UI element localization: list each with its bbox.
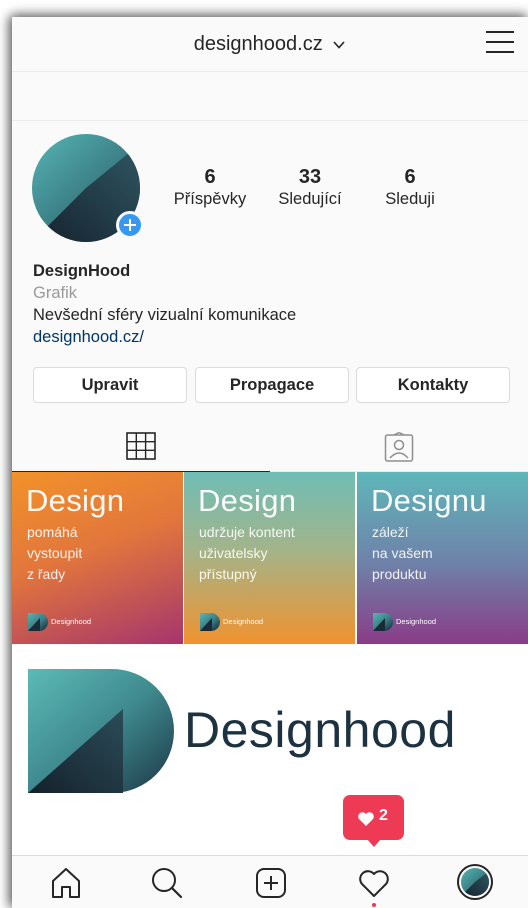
designhood-wordmark: Designhood: [184, 702, 456, 758]
following-label: Sleduji: [385, 190, 435, 208]
post-brand: Designhood: [373, 613, 436, 631]
profile-website-link[interactable]: designhood.cz/: [33, 326, 513, 348]
add-story-button[interactable]: [116, 211, 144, 239]
stories-area: [12, 73, 528, 121]
activity-notification-bubble[interactable]: 2: [343, 795, 404, 847]
add-post-icon[interactable]: [254, 866, 288, 900]
following-number: 6: [404, 166, 416, 188]
caption-line: záleží: [372, 524, 409, 540]
post-title: Design: [26, 483, 125, 518]
caption-line: vystoupit: [27, 545, 83, 561]
profile-avatar-icon[interactable]: [457, 864, 493, 900]
tab-grid[interactable]: [12, 422, 270, 472]
account-switcher[interactable]: designhood.cz: [12, 33, 528, 56]
activity-dot: [372, 903, 376, 907]
designhood-mark-icon: [373, 613, 393, 631]
caption-line: udržuje kontent: [199, 524, 295, 540]
contacts-button[interactable]: Kontakty: [356, 367, 510, 403]
designhood-mark-icon: [200, 613, 220, 631]
brand-label: Designhood: [51, 616, 92, 626]
grid-icon: [126, 432, 156, 460]
post-caption: udržuje kontent uživatelsky přístupný: [199, 522, 349, 585]
profile-name: DesignHood: [33, 262, 131, 280]
search-icon[interactable]: [150, 866, 184, 900]
profile-bio: DesignHood Grafik Nevšední sféry vizualn…: [33, 260, 513, 348]
post-thumbnail[interactable]: Design pomáhá vystoupit z řady Designhoo…: [12, 472, 183, 644]
tab-tagged[interactable]: [270, 422, 528, 472]
post-thumbnail[interactable]: Designu záleží na vašem produktu Designh…: [357, 472, 528, 644]
posts-count[interactable]: 6 Příspěvky: [170, 165, 250, 209]
caption-line: uživatelsky: [199, 545, 268, 561]
post-title: Designu: [371, 483, 487, 518]
username-label: designhood.cz: [193, 33, 323, 55]
caption-line: produktu: [372, 566, 427, 582]
plus-icon: [124, 219, 136, 231]
post-thumbnail-logo[interactable]: Designhood: [12, 645, 528, 855]
designhood-mark-icon: [28, 613, 48, 631]
promote-button[interactable]: Propagace: [195, 367, 349, 403]
post-thumbnail[interactable]: Design udržuje kontent uživatelsky příst…: [184, 472, 355, 644]
edit-profile-button[interactable]: Upravit: [33, 367, 187, 403]
instagram-profile-screen: designhood.cz 6 Příspěvky 33 Sledující 6…: [12, 17, 528, 908]
designhood-logo-mark: [28, 669, 174, 793]
followers-number: 33: [298, 166, 322, 188]
posts-label: Příspěvky: [173, 190, 247, 208]
bottom-navigation: [12, 855, 528, 908]
post-title: Design: [198, 483, 297, 518]
followers-label: Sledující: [278, 190, 342, 208]
following-count[interactable]: 6 Sleduji: [370, 165, 450, 209]
caption-line: z řady: [27, 566, 66, 582]
posts-grid: Design pomáhá vystoupit z řady Designhoo…: [12, 472, 528, 644]
post-brand: Designhood: [28, 613, 91, 631]
chevron-down-icon: [333, 41, 345, 49]
profile-tabs: [12, 422, 528, 472]
tagged-person-icon: [384, 432, 414, 462]
followers-count[interactable]: 33 Sledující: [270, 165, 350, 209]
post-brand: Designhood: [200, 613, 263, 631]
hamburger-menu-icon[interactable]: [486, 31, 514, 55]
post-caption: záleží na vašem produktu: [372, 522, 522, 585]
heart-icon: [358, 812, 374, 826]
home-icon[interactable]: [49, 866, 83, 900]
posts-number: 6: [204, 166, 216, 188]
brand-label: Designhood: [223, 616, 264, 626]
caption-line: na vašem: [372, 545, 433, 561]
bio-text: Nevšední sféry vizualní komunikace: [33, 306, 297, 324]
designhood-logo-avatar: [461, 868, 489, 896]
top-bar: designhood.cz: [12, 17, 528, 72]
heart-icon[interactable]: [357, 866, 391, 900]
caption-line: pomáhá: [27, 524, 78, 540]
post-caption: pomáhá vystoupit z řady: [27, 522, 177, 585]
profile-category: Grafik: [33, 284, 78, 302]
notification-count: 2: [379, 807, 388, 824]
caption-line: přístupný: [199, 566, 257, 582]
brand-label: Designhood: [396, 616, 437, 626]
